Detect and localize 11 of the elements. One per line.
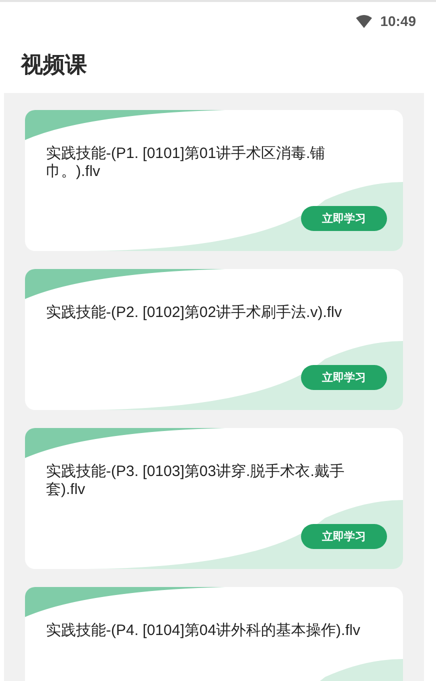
course-card[interactable]: 实践技能-(P3. [0103]第03讲穿.脱手术衣.戴手套).flv 立即学习 (25, 428, 403, 569)
course-title: 实践技能-(P1. [0101]第01讲手术区消毒.铺巾。).flv (46, 145, 326, 181)
course-card[interactable]: 实践技能-(P1. [0101]第01讲手术区消毒.铺巾。).flv 立即学习 (25, 110, 403, 251)
wifi-icon (356, 14, 372, 28)
course-card[interactable]: 实践技能-(P2. [0102]第02讲手术刷手法.v).flv 立即学习 (25, 269, 403, 410)
course-card[interactable]: 实践技能-(P4. [0104]第04讲外科的基本操作).flv (25, 587, 403, 681)
status-time: 10:49 (380, 13, 416, 29)
course-title: 实践技能-(P4. [0104]第04讲外科的基本操作).flv (46, 622, 362, 640)
course-title: 实践技能-(P3. [0103]第03讲穿.脱手术衣.戴手套).flv (46, 463, 346, 499)
course-title: 实践技能-(P2. [0102]第02讲手术刷手法.v).flv (46, 304, 343, 322)
page-title: 视频课 (20, 52, 88, 80)
